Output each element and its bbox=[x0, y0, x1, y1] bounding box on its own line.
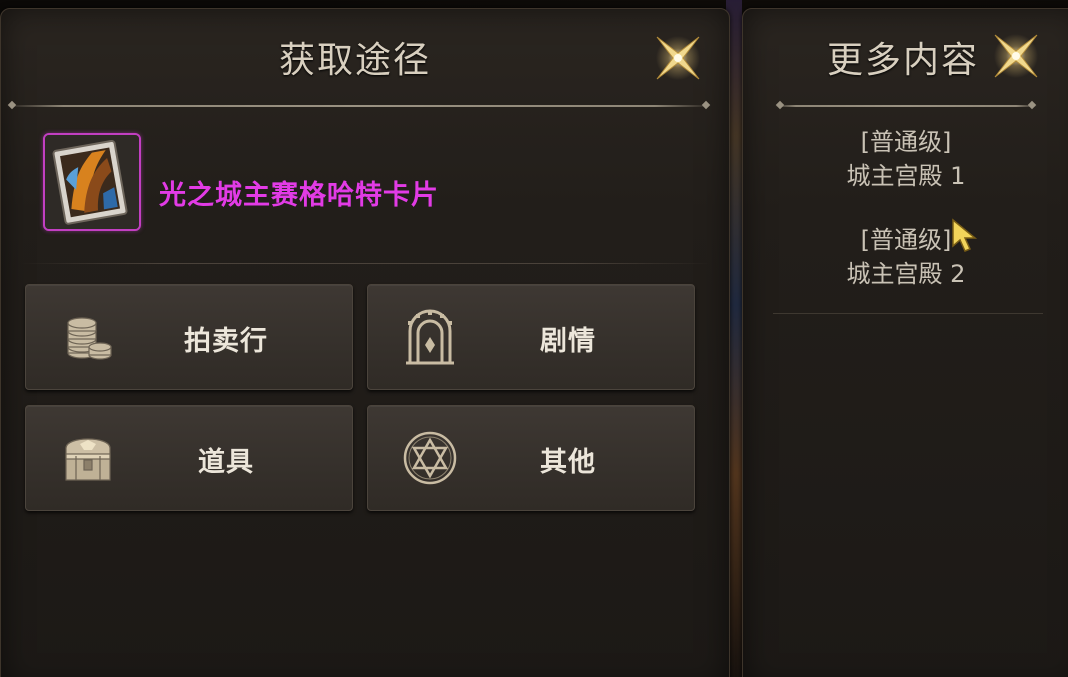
panel-title: 更多内容 bbox=[827, 40, 980, 81]
other-label: 其他 bbox=[540, 447, 596, 478]
item-divider bbox=[21, 263, 711, 264]
dungeon-name: 城主宫殿 2 bbox=[846, 260, 966, 288]
treasure-chest-icon bbox=[65, 438, 111, 481]
list-divider bbox=[773, 313, 1043, 314]
hexagram-icon bbox=[403, 431, 457, 485]
mouse-cursor-icon bbox=[952, 218, 978, 252]
title-divider bbox=[775, 105, 1037, 107]
dungeon-name: 城主宫殿 1 bbox=[846, 162, 966, 190]
story-label: 剧情 bbox=[540, 326, 596, 357]
item-row: 光之城主赛格哈特卡片 bbox=[43, 133, 703, 233]
close-button[interactable] bbox=[989, 29, 1043, 83]
dungeon-entry-1[interactable]: [普通级] 城主宫殿 1 bbox=[743, 125, 1068, 193]
difficulty-label: [普通级] bbox=[860, 128, 952, 156]
arch-gate-icon bbox=[406, 309, 454, 365]
difficulty-label: [普通级] bbox=[860, 226, 952, 254]
coins-stack-icon bbox=[67, 317, 112, 360]
title-divider bbox=[7, 105, 711, 107]
item-name: 光之城主赛格哈特卡片 bbox=[159, 180, 439, 211]
acquisition-panel: 获取途径 光之城主赛格哈特卡片 拍卖行 剧情 道具 其他 bbox=[0, 8, 730, 677]
auction-house-label: 拍卖行 bbox=[184, 326, 268, 357]
other-button[interactable]: 其他 bbox=[367, 405, 695, 511]
item-label: 道具 bbox=[198, 447, 254, 478]
story-button[interactable]: 剧情 bbox=[367, 284, 695, 390]
dungeon-list: [普通级] 城主宫殿 1 [普通级] 城主宫殿 2 bbox=[743, 125, 1068, 321]
dungeon-entry-2[interactable]: [普通级] 城主宫殿 2 bbox=[743, 223, 1068, 291]
more-content-panel: 更多内容 [普通级] 城主宫殿 1 [普通级] 城主宫殿 2 bbox=[742, 8, 1068, 677]
auction-house-button[interactable]: 拍卖行 bbox=[25, 284, 353, 390]
close-x-star-icon bbox=[656, 36, 700, 80]
game-scene: 获取途径 光之城主赛格哈特卡片 拍卖行 剧情 道具 其他 更多内容 [普通级] … bbox=[0, 0, 1068, 677]
panel-title: 获取途径 bbox=[279, 40, 432, 81]
close-x-star-icon bbox=[994, 34, 1038, 78]
card-icon[interactable] bbox=[43, 133, 141, 231]
close-button[interactable] bbox=[651, 31, 705, 85]
item-button[interactable]: 道具 bbox=[25, 405, 353, 511]
